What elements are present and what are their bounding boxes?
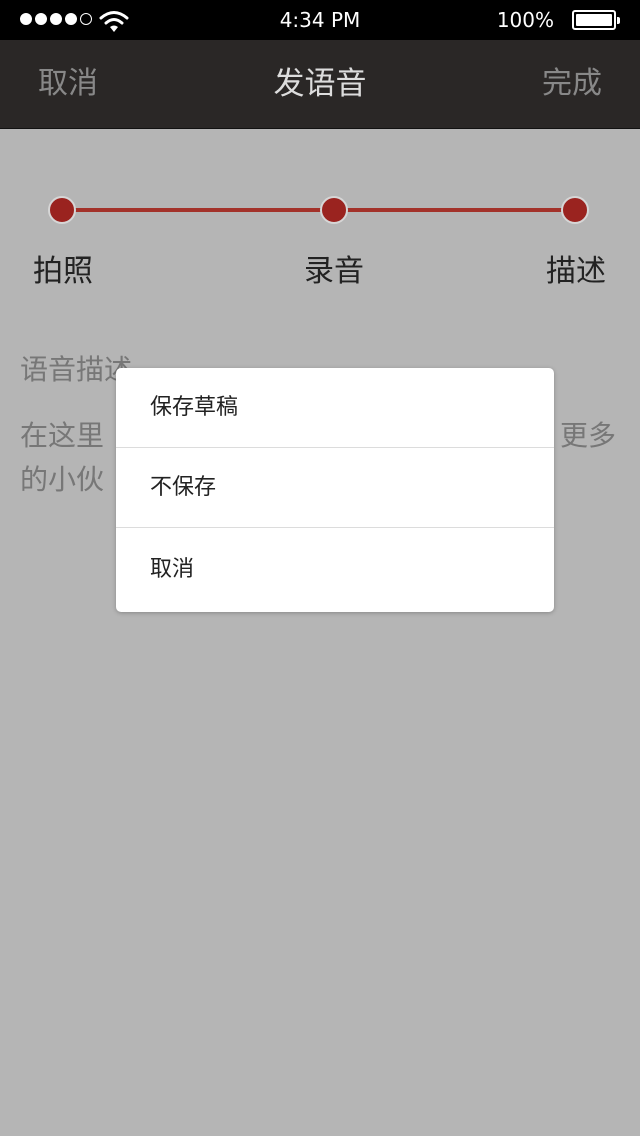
status-bar: 4:34 PM 100% xyxy=(0,0,640,40)
cancel-option[interactable]: 取消 xyxy=(116,528,554,612)
description-text-start: 在这里 xyxy=(20,419,105,452)
save-draft-option[interactable]: 保存草稿 xyxy=(116,368,554,448)
step-label-describe: 描述 xyxy=(546,254,606,289)
save-draft-dialog: 保存草稿 不保存 取消 xyxy=(116,368,554,612)
step-connector xyxy=(334,208,574,212)
battery-percent: 100% xyxy=(496,8,554,32)
step-dot-describe xyxy=(561,196,589,224)
dont-save-option[interactable]: 不保存 xyxy=(116,448,554,528)
step-label-photo: 拍照 xyxy=(33,254,93,289)
step-label-record: 录音 xyxy=(304,254,364,289)
step-connector xyxy=(62,208,334,212)
screen: 4:34 PM 100% 取消 发语音 完成 拍照 录音 描述 语音描述 在这里… xyxy=(0,0,640,1136)
battery-fill xyxy=(576,14,612,26)
step-dot-photo xyxy=(48,196,76,224)
description-text-end: 更多 xyxy=(560,419,617,452)
step-dot-record xyxy=(320,196,348,224)
step-progress: 拍照 录音 描述 xyxy=(0,128,640,328)
nav-bar: 取消 发语音 完成 xyxy=(0,40,640,129)
done-button[interactable]: 完成 xyxy=(542,40,602,128)
battery-icon xyxy=(572,10,620,30)
